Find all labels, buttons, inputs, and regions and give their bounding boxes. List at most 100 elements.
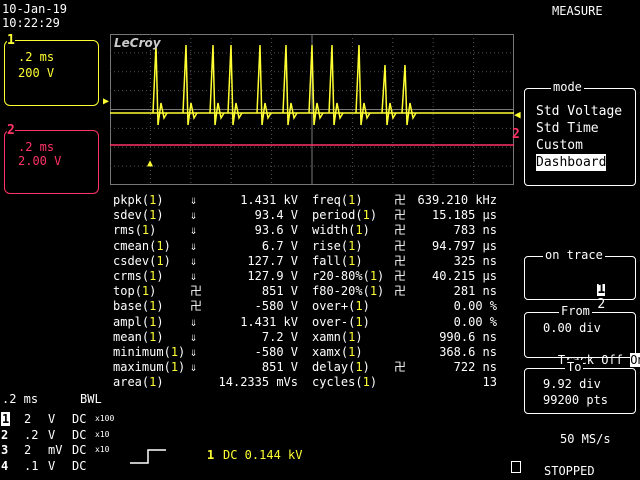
- measurement-value: 851 V: [261, 284, 298, 299]
- measurement-status-icon: 卍: [394, 284, 407, 299]
- right-row[interactable]: delay(1) 卍 722 ns: [312, 360, 497, 375]
- measurement-channel: 1: [355, 314, 363, 329]
- waveform-graticule: [110, 34, 514, 185]
- measurement-value: 127.7 V: [247, 253, 298, 268]
- measurement-value: 1.431 kV: [240, 314, 298, 329]
- measurement-name: sdev: [113, 208, 142, 223]
- waveform-display[interactable]: LeCroy: [110, 34, 514, 185]
- paren-open: (: [355, 208, 363, 223]
- measurement-value: 990.6 ns: [439, 329, 497, 344]
- measurement-name: cmean: [113, 238, 150, 253]
- measurement-value: 13: [482, 375, 497, 390]
- paren-close: ): [156, 375, 164, 390]
- ch1-ground-marker: ▶: [103, 96, 110, 107]
- to-menu[interactable]: To 9.92 div 99200 pts: [524, 360, 636, 414]
- track-off-option[interactable]: Off: [601, 353, 623, 367]
- measurement-value: 93.4 V: [254, 208, 298, 223]
- left-row[interactable]: sdev(1) ⇓ 93.4 V: [113, 208, 298, 223]
- trigger-channel: 1: [207, 448, 215, 462]
- paren-close: ): [355, 193, 363, 207]
- from-label: From: [559, 304, 592, 318]
- measurement-channel: 1: [355, 299, 363, 314]
- measurement-name: pkpk: [113, 193, 142, 207]
- right-row[interactable]: f80-20%(1) 卍 281 ns: [312, 284, 497, 299]
- channel-2-box[interactable]: 2 .2 ms 2.00 V: [4, 123, 99, 194]
- measurement-value: 127.9 V: [247, 269, 298, 283]
- right-row[interactable]: cycles(1) 13: [312, 375, 497, 390]
- left-row[interactable]: mean(1) ⇓ 7.2 V: [113, 330, 298, 345]
- mode-option[interactable]: Std Time: [536, 120, 622, 137]
- paren-close: ): [156, 299, 164, 314]
- paren-close: ): [362, 314, 370, 329]
- paren-open: (: [134, 284, 142, 299]
- measurement-status-icon: ⇓: [190, 329, 198, 344]
- to-value: 9.92 div: [543, 377, 601, 391]
- mode-option[interactable]: Custom: [536, 137, 622, 154]
- to-label: To: [565, 360, 584, 374]
- measurement-status-icon: 卍: [394, 223, 407, 238]
- right-row[interactable]: over+(1) 0.00 %: [312, 299, 497, 314]
- measurement-value: 0.00 %: [453, 314, 497, 329]
- left-row[interactable]: maximum(1) ⇓ 851 V: [113, 360, 298, 375]
- track-on-option[interactable]: On: [630, 353, 640, 367]
- ch1-pulse: [381, 64, 397, 126]
- measurement-value: -580 V: [254, 299, 298, 314]
- channel-2-timebase: .2 ms: [18, 140, 55, 154]
- paren-close: ): [355, 329, 363, 344]
- measurement-name: freq: [312, 193, 341, 207]
- right-row[interactable]: over-(1) 0.00 %: [312, 315, 497, 330]
- measurement-value: 281 ns: [453, 284, 497, 299]
- measurement-value: 722 ns: [453, 360, 497, 375]
- measurement-status-icon: ⇓: [190, 223, 198, 238]
- measurement-name: delay: [312, 360, 349, 375]
- measurement-name: over+: [312, 299, 349, 314]
- left-row[interactable]: crms(1) ⇓ 127.9 V: [113, 269, 298, 284]
- right-row[interactable]: xamn(1) 990.6 ns: [312, 330, 497, 345]
- trace-1-option[interactable]: 1: [597, 283, 606, 296]
- measurement-status-icon: ⇓: [190, 345, 198, 359]
- measurement-value: 40.215 µs: [431, 269, 497, 283]
- mode-option[interactable]: Std Voltage: [536, 103, 622, 120]
- right-row[interactable]: fall(1) 卍 325 ns: [312, 254, 497, 269]
- left-row[interactable]: rms(1) ⇓ 93.6 V: [113, 223, 298, 238]
- channel-probe: x10: [95, 429, 110, 439]
- from-menu[interactable]: From 0.00 div Track Off On: [524, 304, 640, 367]
- on-trace-menu[interactable]: on trace 1 2: [524, 248, 636, 312]
- measurement-value: 93.6 V: [254, 223, 298, 238]
- left-row[interactable]: pkpk(1) ⇓ 1.431 kV: [113, 193, 298, 208]
- channel-number: 1: [1, 412, 11, 426]
- left-row[interactable]: cmean(1) ⇓ 6.7 V: [113, 239, 298, 254]
- paren-close: ): [178, 345, 186, 359]
- trace-2-option[interactable]: 2: [597, 297, 605, 312]
- right-row[interactable]: freq(1) 卍 639.210 kHz: [312, 193, 497, 208]
- left-row[interactable]: area(1) 14.2335 mVs: [113, 375, 298, 390]
- left-row[interactable]: csdev(1) ⇓ 127.7 V: [113, 254, 298, 269]
- right-row[interactable]: r20-80%(1) 卍 40.215 µs: [312, 269, 497, 284]
- right-row[interactable]: period(1) 卍 15.185 µs: [312, 208, 497, 223]
- left-row[interactable]: minimum(1) ⇓ -580 V: [113, 345, 298, 360]
- mode-option[interactable]: Dashboard: [536, 154, 607, 171]
- measurement-channel: 1: [156, 253, 164, 268]
- left-row[interactable]: ampl(1) ⇓ 1.431 kV: [113, 315, 298, 330]
- paren-open: (: [163, 345, 171, 359]
- bwl-label: BWL: [80, 392, 102, 406]
- right-row[interactable]: xamx(1) 368.6 ns: [312, 345, 497, 360]
- mode-menu[interactable]: mode Std Voltage Std Time Custom Dashboard: [524, 80, 636, 186]
- trigger-setting: DC 0.144 kV: [223, 448, 303, 462]
- measurement-value: -580 V: [254, 345, 298, 359]
- measurement-name: fall: [312, 253, 341, 268]
- right-row[interactable]: rise(1) 卍 94.797 µs: [312, 239, 497, 254]
- left-row[interactable]: base(1) 卍 -580 V: [113, 299, 298, 314]
- measurement-value: 6.7 V: [261, 238, 298, 253]
- measurement-value: 94.797 µs: [431, 238, 497, 253]
- measurement-name: area: [113, 375, 142, 390]
- channel-1-box[interactable]: 1 .2 ms 200 V: [4, 33, 99, 106]
- measurement-status-icon: 卍: [394, 208, 407, 223]
- measurement-value: 0.00 %: [453, 299, 497, 314]
- measurement-name: maximum: [113, 360, 164, 375]
- right-row[interactable]: width(1) 卍 783 ns: [312, 223, 497, 238]
- channel-volts: .1: [24, 458, 39, 473]
- left-row[interactable]: top(1) 卍 851 V: [113, 284, 298, 299]
- channel-1-timebase: .2 ms: [18, 50, 55, 64]
- measurement-channel: 1: [362, 375, 370, 390]
